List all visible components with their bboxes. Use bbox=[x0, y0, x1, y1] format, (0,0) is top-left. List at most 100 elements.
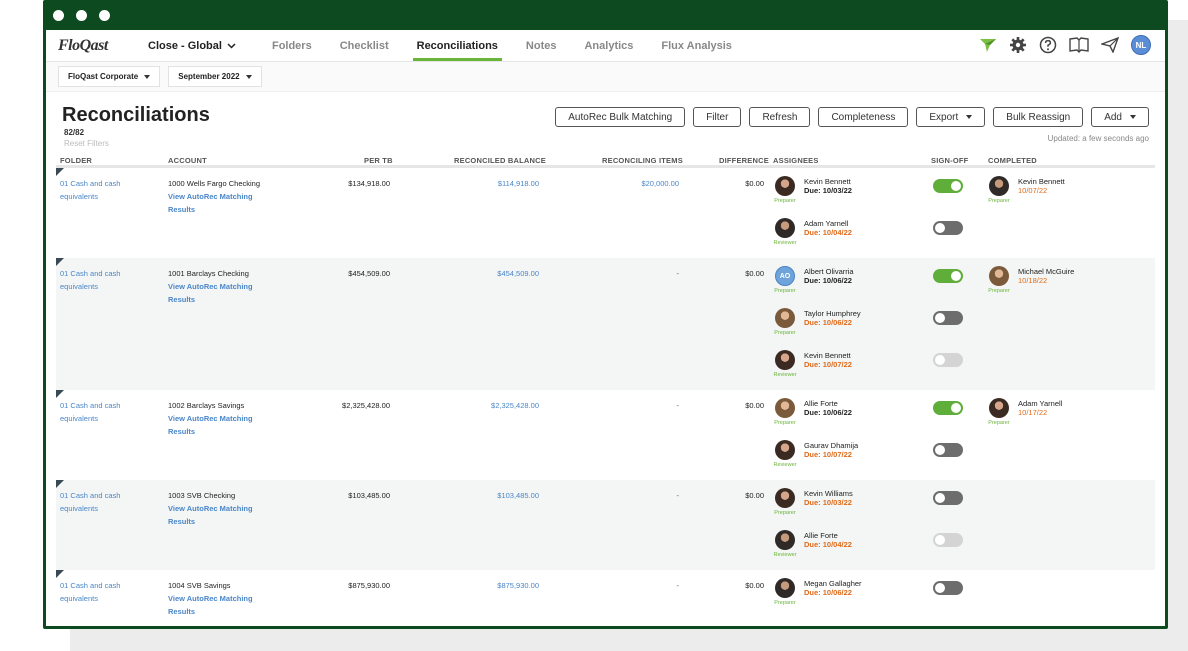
sign-off-toggle[interactable] bbox=[933, 221, 963, 235]
filter-bar: FloQast Corporate September 2022 bbox=[46, 62, 1165, 92]
add-button[interactable]: Add bbox=[1091, 107, 1149, 127]
send-icon[interactable] bbox=[1101, 37, 1119, 53]
folder-link[interactable]: 01 Cash and cash equivalents bbox=[60, 489, 140, 515]
action-buttons: AutoRec Bulk Matching Filter Refresh Com… bbox=[555, 107, 1149, 127]
assignee-name: Allie Forte bbox=[804, 531, 838, 540]
col-per-tb[interactable]: PER TB bbox=[364, 156, 393, 165]
table-row[interactable]: 01 Cash and cash equivalents 1002 Barclays… bbox=[56, 390, 1155, 480]
assignee-avatar[interactable] bbox=[775, 530, 795, 550]
reset-filters-link[interactable]: Reset Filters bbox=[64, 139, 109, 148]
close-selector[interactable]: Close - Global bbox=[148, 40, 236, 52]
reconciled-balance-link[interactable]: $2,325,428.00 bbox=[456, 399, 539, 412]
difference-value: $0.00 bbox=[745, 401, 764, 410]
assignee-name: Allie Forte bbox=[804, 399, 838, 408]
autorec-results-link[interactable]: View AutoRec Matching Results bbox=[168, 280, 298, 306]
col-account[interactable]: ACCOUNT bbox=[168, 156, 207, 165]
col-reconciling-items[interactable]: RECONCILING ITEMS bbox=[602, 156, 683, 165]
per-tb-value: $875,930.00 bbox=[348, 581, 390, 590]
filter-button[interactable]: Filter bbox=[693, 107, 742, 127]
sign-off-toggle[interactable] bbox=[933, 443, 963, 457]
sign-off-toggle[interactable] bbox=[933, 581, 963, 595]
folder-link[interactable]: 01 Cash and cash equivalents bbox=[60, 399, 140, 425]
tab-notes[interactable]: Notes bbox=[512, 30, 571, 62]
col-reconciled-balance[interactable]: RECONCILED BALANCE bbox=[454, 156, 546, 165]
assignee-avatar[interactable] bbox=[775, 218, 795, 238]
tab-analytics[interactable]: Analytics bbox=[570, 30, 647, 62]
reconciling-items-link[interactable]: $20,000.00 bbox=[596, 177, 679, 190]
tab-folders[interactable]: Folders bbox=[258, 30, 326, 62]
window-dot-icon[interactable] bbox=[53, 10, 64, 21]
reconciled-balance-link[interactable]: $454,509.00 bbox=[456, 267, 539, 280]
account-name: 1000 Wells Fargo Checking bbox=[168, 179, 260, 188]
autorec-link-line: Results bbox=[168, 427, 196, 436]
assignee-role: Preparer bbox=[774, 420, 796, 426]
sign-off-toggle[interactable] bbox=[933, 179, 963, 193]
help-icon[interactable] bbox=[1039, 36, 1057, 54]
assignee-due-date: Due: 10/06/22 bbox=[804, 588, 852, 597]
gear-icon[interactable] bbox=[1009, 36, 1027, 54]
per-tb-value: $134,918.00 bbox=[348, 179, 390, 188]
completed-avatar bbox=[989, 176, 1009, 196]
caret-down-icon bbox=[245, 74, 252, 79]
reconciled-balance-link[interactable]: $114,918.00 bbox=[456, 177, 539, 190]
col-sign-off[interactable]: SIGN-OFF bbox=[931, 156, 968, 165]
per-tb-value: $454,509.00 bbox=[348, 269, 390, 278]
per-tb-value: $2,325,428.00 bbox=[342, 401, 390, 410]
period-selector[interactable]: September 2022 bbox=[168, 66, 262, 87]
user-avatar[interactable]: NL bbox=[1131, 35, 1151, 55]
autorec-results-link[interactable]: View AutoRec Matching Results bbox=[168, 502, 298, 528]
reconciled-balance-link[interactable]: $103,485.00 bbox=[456, 489, 539, 502]
table-row[interactable]: 01 Cash and cash equivalents 1000 Wells Fa… bbox=[56, 168, 1155, 258]
autorec-results-link[interactable]: View AutoRec Matching Results bbox=[168, 190, 298, 216]
window-frame: FloQast Close - Global Folders Checklist… bbox=[43, 0, 1168, 629]
assignee-avatar[interactable] bbox=[775, 488, 795, 508]
sign-off-toggle[interactable] bbox=[933, 311, 963, 325]
assignee-due-date: Due: 10/07/22 bbox=[804, 360, 852, 369]
export-button[interactable]: Export bbox=[916, 107, 986, 127]
sign-off-toggle[interactable] bbox=[933, 491, 963, 505]
per-tb-value: $103,485.00 bbox=[348, 491, 390, 500]
account-cell: 1001 Barclays Checking View AutoRec Match… bbox=[168, 267, 298, 306]
assignee-avatar[interactable] bbox=[775, 176, 795, 196]
autorec-results-link[interactable]: View AutoRec Matching Results bbox=[168, 412, 298, 438]
table-row[interactable]: 01 Cash and cash equivalents 1004 SVB Savi… bbox=[56, 570, 1155, 626]
folder-link[interactable]: 01 Cash and cash equivalents bbox=[60, 579, 140, 605]
assignee-avatar[interactable] bbox=[775, 308, 795, 328]
assignee-avatar[interactable]: AO bbox=[775, 266, 795, 286]
assignee-avatar[interactable] bbox=[775, 578, 795, 598]
tab-flux-analysis[interactable]: Flux Analysis bbox=[647, 30, 746, 62]
col-folder[interactable]: FOLDER bbox=[60, 156, 92, 165]
difference-value: $0.00 bbox=[745, 491, 764, 500]
tab-checklist[interactable]: Checklist bbox=[326, 30, 403, 62]
completeness-button[interactable]: Completeness bbox=[818, 107, 909, 127]
account-name: 1002 Barclays Savings bbox=[168, 401, 245, 410]
floqast-logo[interactable]: FloQast bbox=[58, 37, 140, 55]
completed-name: Adam Yarnell bbox=[1018, 399, 1063, 408]
sign-off-toggle[interactable] bbox=[933, 401, 963, 415]
window-dot-icon[interactable] bbox=[99, 10, 110, 21]
floqast-flag-icon[interactable] bbox=[979, 37, 997, 53]
autorec-results-link[interactable]: View AutoRec Matching Results bbox=[168, 592, 298, 618]
window-dot-icon[interactable] bbox=[76, 10, 87, 21]
table-row[interactable]: 01 Cash and cash equivalents 1001 Barclays… bbox=[56, 258, 1155, 390]
folder-link[interactable]: 01 Cash and cash equivalents bbox=[60, 267, 140, 293]
col-assignees[interactable]: ASSIGNEES bbox=[773, 156, 819, 165]
folder-link[interactable]: 01 Cash and cash equivalents bbox=[60, 177, 140, 203]
autorec-bulk-matching-button[interactable]: AutoRec Bulk Matching bbox=[555, 107, 686, 127]
assignee-name: Albert Olivarria bbox=[804, 267, 854, 276]
caret-down-icon bbox=[1130, 115, 1136, 119]
refresh-button[interactable]: Refresh bbox=[749, 107, 811, 127]
col-completed[interactable]: COMPLETED bbox=[988, 156, 1037, 165]
col-difference[interactable]: DIFFERENCE bbox=[719, 156, 769, 165]
assignee-avatar[interactable] bbox=[775, 350, 795, 370]
sign-off-toggle[interactable] bbox=[933, 269, 963, 283]
book-icon[interactable] bbox=[1069, 37, 1089, 53]
table-row[interactable]: 01 Cash and cash equivalents 1003 SVB Chec… bbox=[56, 480, 1155, 570]
assignee-avatar[interactable] bbox=[775, 398, 795, 418]
tab-reconciliations[interactable]: Reconciliations bbox=[403, 30, 512, 62]
reconciled-balance-link[interactable]: $875,930.00 bbox=[456, 579, 539, 592]
bulk-reassign-button[interactable]: Bulk Reassign bbox=[993, 107, 1084, 127]
reconciling-items-link: - bbox=[676, 269, 680, 278]
entity-selector[interactable]: FloQast Corporate bbox=[58, 66, 161, 87]
assignee-avatar[interactable] bbox=[775, 440, 795, 460]
